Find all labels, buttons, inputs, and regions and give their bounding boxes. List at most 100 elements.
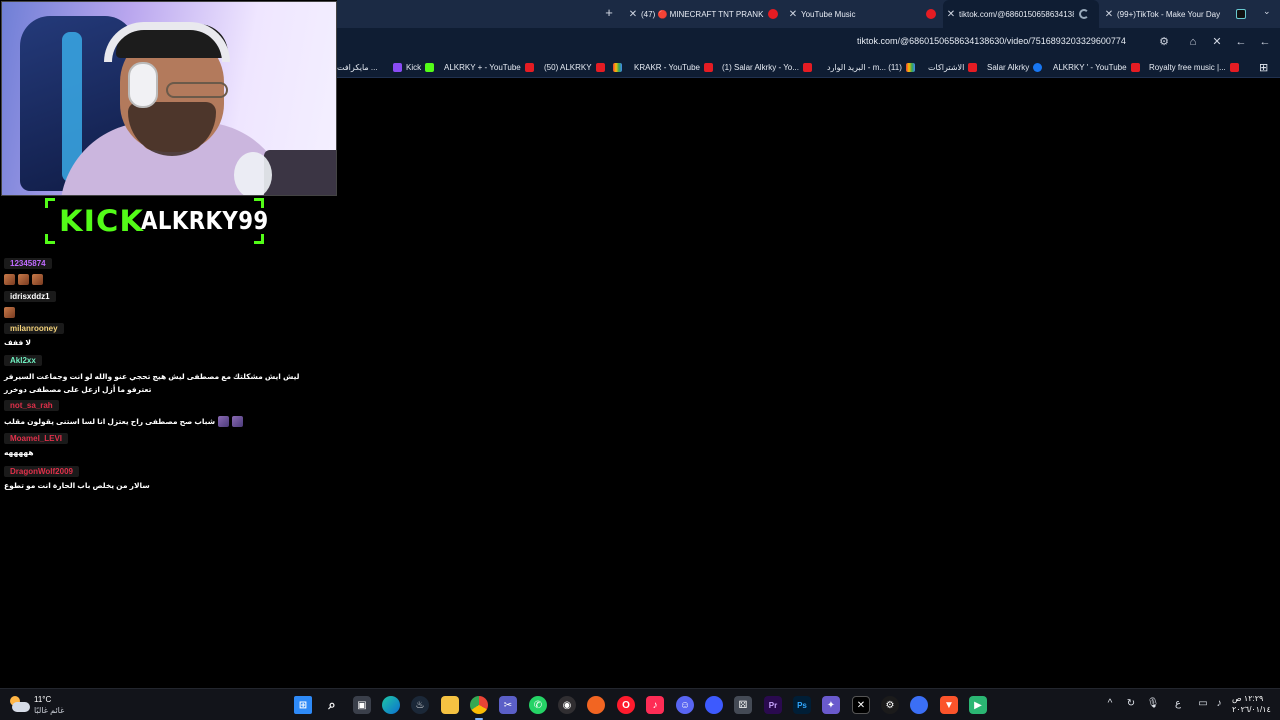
network-icon[interactable]: ▭ [1195, 698, 1211, 709]
youtube-music-icon [926, 9, 936, 19]
bookmark-alkrky-youtube[interactable]: ALKRKY ' - YouTube [1053, 61, 1144, 73]
volume-icon[interactable]: ♪ [1211, 698, 1227, 709]
bookmark-label: Royalty free music |... [1149, 62, 1226, 72]
obs-icon[interactable]: ◉ [558, 696, 576, 714]
chat-username: 12345874 [4, 258, 52, 269]
premiere-icon[interactable]: Pr [764, 696, 782, 714]
reddit-icon [595, 62, 605, 72]
site-settings-icon[interactable]: ⚙ [1156, 34, 1172, 50]
microphone-icon[interactable]: 🎙 [1145, 698, 1161, 709]
steelseries-icon[interactable]: ⚙ [881, 696, 899, 714]
bookmarks-bar: Royalty free music |... ALKRKY ' - YouTu… [337, 56, 1280, 78]
loading-icon [1079, 9, 1089, 19]
channel-name: ALKRKY99 [141, 206, 269, 235]
close-icon[interactable]: ✕ [785, 9, 801, 20]
forward-arrow-icon[interactable]: ← [1233, 34, 1249, 50]
gamepad-icon[interactable]: ✦ [822, 696, 840, 714]
chat-username: Moamel_LEVI [4, 433, 69, 444]
weather-temp[interactable]: 11°C [34, 695, 51, 704]
close-icon[interactable]: ✕ [1101, 9, 1117, 20]
bookmark-alkrky-plus[interactable]: ALKRKY + - YouTube [444, 61, 538, 73]
gmail-icon [905, 62, 915, 72]
whatsapp-icon[interactable]: ✆ [529, 696, 547, 714]
bookmark-minecraft[interactable]: مايكرافت ... [337, 61, 378, 73]
app-gray-icon[interactable]: ⚄ [734, 696, 752, 714]
bookmark-krakr[interactable]: KRAKR - YouTube [634, 61, 717, 73]
bookmark-label: ALKRKY ' - YouTube [1053, 62, 1127, 72]
bookmark-inbox[interactable]: البريد الوارد - m... (11) [827, 61, 919, 73]
emote-icon [4, 307, 15, 318]
edge-icon[interactable] [382, 696, 400, 714]
app-green-icon[interactable]: ▶ [969, 696, 987, 714]
close-icon[interactable]: ✕ [943, 9, 959, 20]
brave-icon[interactable]: ▼ [940, 696, 958, 714]
windows-start-icon[interactable]: ⊞ [294, 696, 312, 714]
bookmark-label: مايكرافت ... [337, 62, 378, 72]
chat-message: not_sa_rah شباب صح مصطفى راح يعتزل انا ل… [4, 395, 304, 428]
chat-message: Akl2xx ليش ايش مشكلتك مع مصطفى ليش هيج ت… [4, 350, 304, 396]
youtube-icon [1229, 62, 1239, 72]
chat-username: milanrooney [4, 323, 64, 334]
capcut-icon[interactable]: ✕ [852, 696, 870, 714]
close-icon[interactable]: ✕ [625, 9, 641, 20]
bookmark-50-alkrky[interactable]: (50) ALKRKY [544, 61, 626, 73]
steam-icon[interactable]: ♨ [411, 696, 429, 714]
app-blue-icon[interactable] [705, 696, 723, 714]
chat-username: Akl2xx [4, 355, 42, 366]
clock-time[interactable]: ١٢:٢٩ ص [1232, 694, 1263, 703]
apps-grid-icon[interactable]: ⊞ [1259, 61, 1268, 74]
weather-cloud-icon[interactable] [10, 694, 32, 714]
bookmark-label: البريد الوارد - m... (11) [827, 62, 902, 72]
discord-icon[interactable]: ☺ [676, 696, 694, 714]
emote-icon [4, 274, 15, 285]
emote-icon [32, 274, 43, 285]
chat-text: شباب صح مصطفى راح يعتزل انا لسا استنى يق… [4, 415, 304, 428]
tab-minecraft[interactable]: ✕ (47) 🔴 MINECRAFT TNT PRANK [625, 0, 785, 28]
photoshop-icon[interactable]: Ps [793, 696, 811, 714]
webcam-feed [1, 1, 337, 196]
kick-logo: KICK [59, 204, 145, 238]
youtube-icon [524, 62, 534, 72]
youtube-icon [1130, 62, 1140, 72]
chrome-icon[interactable] [470, 696, 488, 720]
emote-row [4, 274, 304, 285]
tab-label: (99+)TikTok - Make Your Day [1117, 9, 1221, 19]
chat-username: DragonWolf2009 [4, 466, 79, 477]
bookmark-salar-alkrky[interactable]: Salar Alkrky [987, 61, 1046, 73]
tab-youtube-music[interactable]: ✕ YouTube Music [785, 0, 941, 28]
tiktok-icon[interactable]: ♪ [646, 696, 664, 714]
bookmark-salar-yt[interactable]: (1) Salar Alkrky - Yo... [722, 61, 816, 73]
chat-message: DragonWolf2009 سالار من يخلص باب الحارة … [4, 461, 304, 491]
stop-icon[interactable]: ✕ [1209, 34, 1225, 50]
new-tab-button[interactable]: + [602, 5, 616, 20]
clock-date[interactable]: ٢٠٢٦/٠١/١٤ [1232, 705, 1271, 714]
task-view-icon[interactable]: ▣ [353, 696, 371, 714]
address-bar[interactable]: tiktok.com/@6860150658634138630/video/75… [857, 36, 1126, 46]
tab-search-chevron-icon[interactable]: ⌄ [1263, 6, 1271, 17]
back-arrow-icon[interactable]: ← [1257, 34, 1273, 50]
bookmark-royalty-free[interactable]: Royalty free music |... [1149, 61, 1243, 73]
search-icon[interactable]: ⌕ [323, 696, 341, 714]
opera-icon[interactable]: O [617, 696, 635, 714]
chat-text-content: شباب صح مصطفى راح يعتزل انا لسا استنى يق… [4, 417, 216, 426]
file-explorer-icon[interactable] [441, 696, 459, 714]
bookmark-kick[interactable]: Kick [389, 61, 438, 73]
tab-tiktok-video[interactable]: ✕ tiktok.com/@6860150658634138630 [943, 0, 1099, 28]
language-icon[interactable]: ع [1170, 698, 1186, 709]
youtube-icon [968, 62, 978, 72]
weather-desc[interactable]: غائم غالبًا [34, 706, 64, 715]
bookmark-label: (50) ALKRKY [544, 62, 592, 72]
bookmark-subscriptions[interactable]: الاشتراكات [928, 61, 981, 73]
bookmark-label: (1) Salar Alkrky - Yo... [722, 62, 799, 72]
arc-icon[interactable] [910, 696, 928, 714]
snipping-tool-icon[interactable]: ✂ [499, 696, 517, 714]
facebook-icon [1033, 62, 1043, 72]
tab-tiktok[interactable]: ✕ (99+)TikTok - Make Your Day [1101, 0, 1251, 28]
chat-message: Moamel_LEVI هههههه [4, 428, 304, 458]
chevron-up-icon[interactable]: ^ [1102, 698, 1118, 709]
tab-label: YouTube Music [801, 9, 856, 19]
refresh-icon[interactable]: ↻ [1123, 698, 1139, 709]
bookmark-label: Salar Alkrky [987, 62, 1030, 72]
home-icon[interactable]: ⌂ [1185, 34, 1201, 50]
app-orange-icon[interactable] [587, 696, 605, 714]
